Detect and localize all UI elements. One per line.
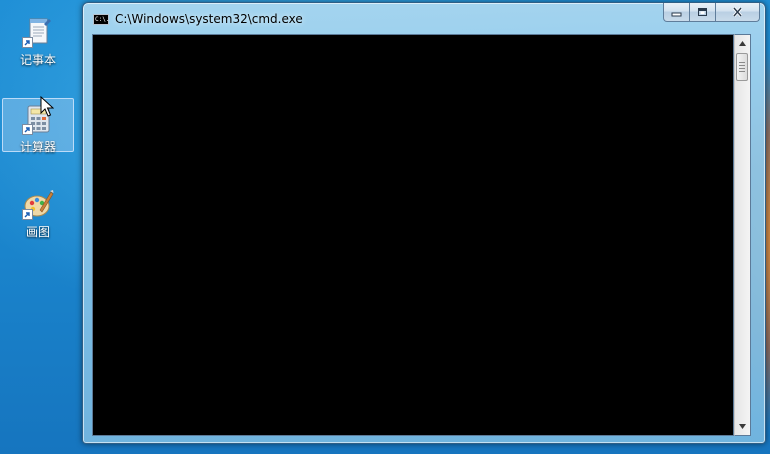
shortcut-arrow-icon [22,124,33,135]
notepad-icon [22,16,54,48]
maximize-button[interactable] [690,3,716,22]
caption-buttons [663,3,760,23]
vertical-scrollbar[interactable] [734,34,751,436]
minimize-icon [671,12,682,16]
desktop-icon-calculator[interactable]: 计算器 [2,98,74,154]
shortcut-arrow-icon [22,209,33,220]
desktop-icon-label: 计算器 [19,140,56,154]
desktop-icon-notepad[interactable]: 记事本 [2,12,74,67]
arrow-up-icon [739,41,746,46]
cmd-window[interactable]: C:\. C:\Windows\system32\cmd.exe [82,2,766,444]
cmd-app-icon: C:\. [93,14,110,25]
scroll-down-button[interactable] [735,418,750,435]
desktop-icon-label: 画图 [25,225,50,239]
desktop[interactable]: 记事本 计算器 画图 C:\. C:\Windows\system32\cmd.… [0,0,770,454]
close-button[interactable] [716,3,760,22]
console-output[interactable] [92,34,734,436]
desktop-icon-label: 记事本 [19,53,56,67]
paint-icon [22,188,54,220]
scroll-thumb[interactable] [736,53,748,81]
close-icon [732,7,743,17]
window-title: C:\Windows\system32\cmd.exe [115,12,303,26]
maximize-icon [698,8,707,16]
scroll-up-button[interactable] [735,35,750,52]
mouse-cursor-icon [40,95,55,118]
minimize-button[interactable] [663,3,690,22]
arrow-down-icon [739,424,746,429]
desktop-icon-paint[interactable]: 画图 [2,184,74,239]
window-titlebar[interactable]: C:\. C:\Windows\system32\cmd.exe [83,3,765,33]
shortcut-arrow-icon [22,37,33,48]
